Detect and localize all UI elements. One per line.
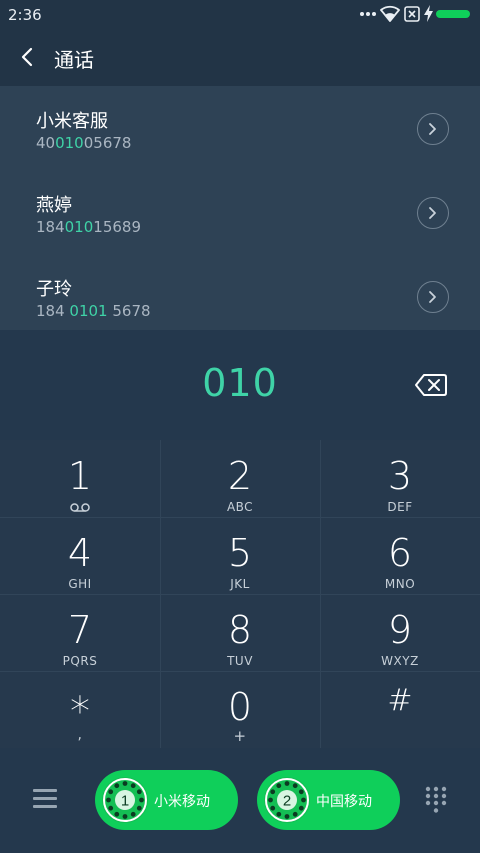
key-digit: 4: [67, 531, 93, 575]
keypad-toggle-button[interactable]: [425, 786, 447, 814]
contact-name: 燕婷: [36, 195, 72, 216]
status-time: 2:36: [8, 6, 42, 24]
number-match-highlight: 010: [64, 218, 94, 236]
chevron-right-icon: [429, 291, 436, 303]
key-digit: 8: [227, 608, 253, 652]
sim-carrier-label: 中国移动: [316, 794, 372, 810]
key-digit: 9: [387, 608, 413, 652]
number-prefix: 40: [36, 134, 56, 152]
back-arrow-icon: [21, 47, 33, 67]
status-icons: [360, 5, 472, 23]
dialed-number: 010: [202, 361, 278, 405]
rotary-dial-icon: 2: [264, 777, 310, 823]
charging-bolt-icon: [424, 5, 433, 22]
call-sim2-button[interactable]: 2 中国移动: [257, 770, 400, 830]
key-4[interactable]: 4 GHI: [0, 517, 160, 594]
key-7[interactable]: 7 PQRS: [0, 594, 160, 671]
key-digit: 2: [227, 454, 253, 498]
contact-number: 184 0101 5678: [36, 302, 151, 320]
number-match-highlight: 0101: [69, 302, 108, 320]
contact-detail-button[interactable]: [417, 197, 449, 229]
number-prefix: 184: [36, 218, 65, 236]
key-digit: 7: [67, 608, 93, 652]
chevron-right-icon: [429, 123, 436, 135]
voicemail-icon: [70, 503, 90, 512]
key-star[interactable]: * ,: [0, 671, 160, 748]
status-bar: 2:36: [0, 0, 480, 28]
contact-match-list: 小米客服 4001005678 燕婷 18401015689 子玲 184 01…: [0, 86, 480, 330]
contact-row[interactable]: 小米客服 4001005678: [0, 86, 480, 170]
keypad: 1 2 ABC 3 DEF 4 GHI 5 JKL 6 MNO 7 PQRS 8…: [0, 440, 480, 748]
key-digit: 0: [227, 685, 253, 729]
contact-name: 小米客服: [36, 111, 108, 132]
key-letters: ABC: [226, 500, 254, 514]
menu-button[interactable]: [33, 789, 57, 809]
key-letters: +: [233, 727, 247, 745]
key-2[interactable]: 2 ABC: [160, 440, 320, 517]
wifi-icon: [380, 5, 400, 22]
key-digit: 6: [387, 531, 413, 575]
key-5[interactable]: 5 JKL: [160, 517, 320, 594]
number-suffix: 15689: [93, 218, 141, 236]
backspace-icon: [415, 374, 447, 396]
key-letters: JKL: [230, 577, 250, 591]
key-0[interactable]: 0 +: [160, 671, 320, 748]
key-letters: ,: [77, 727, 83, 743]
more-dots-icon: [360, 12, 376, 16]
contact-detail-button[interactable]: [417, 113, 449, 145]
contact-row[interactable]: 子玲 184 0101 5678: [0, 254, 480, 338]
page-title: 通话: [54, 48, 94, 72]
dialpad-icon: [425, 786, 447, 813]
key-letters: PQRS: [62, 654, 98, 668]
back-button[interactable]: [14, 43, 42, 71]
key-1[interactable]: 1: [0, 440, 160, 517]
rotary-dial-icon: 1: [102, 777, 148, 823]
number-suffix: 05678: [83, 134, 132, 152]
contact-number: 18401015689: [36, 218, 141, 236]
contact-name: 子玲: [36, 279, 72, 300]
contact-number: 4001005678: [36, 134, 131, 152]
dialer-screen: 2:36 通话 小米客服 4001005678 燕婷 18401015689 子…: [0, 0, 480, 853]
key-letters: WXYZ: [381, 654, 419, 668]
key-6[interactable]: 6 MNO: [320, 517, 480, 594]
chevron-right-icon: [429, 207, 436, 219]
key-letters: TUV: [227, 654, 253, 668]
sim-slot-number: 2: [283, 793, 291, 810]
number-suffix: 5678: [107, 302, 151, 320]
key-8[interactable]: 8 TUV: [160, 594, 320, 671]
contact-detail-button[interactable]: [417, 281, 449, 313]
menu-icon-line: [33, 797, 57, 800]
key-letters: MNO: [384, 577, 416, 591]
key-digit: #: [387, 683, 413, 718]
bottom-bar: 1 小米移动 2 中国移动: [0, 748, 480, 853]
sim-slot-number: 1: [121, 793, 129, 810]
contact-row[interactable]: 燕婷 18401015689: [0, 170, 480, 254]
number-prefix: 184: [36, 302, 70, 320]
menu-icon-line: [33, 805, 57, 808]
key-letters: GHI: [68, 577, 92, 591]
sim-carrier-label: 小米移动: [154, 794, 210, 810]
key-9[interactable]: 9 WXYZ: [320, 594, 480, 671]
number-match-highlight: 010: [55, 134, 84, 152]
backspace-button[interactable]: [414, 372, 448, 398]
menu-icon-line: [33, 789, 57, 792]
key-digit: 3: [387, 454, 413, 498]
header: 通话: [0, 28, 480, 86]
key-digit: 5: [227, 531, 253, 575]
key-hash[interactable]: #: [320, 671, 480, 748]
battery-icon: [436, 10, 470, 18]
key-letters: DEF: [387, 500, 413, 514]
dial-display: 010: [0, 330, 480, 440]
no-sim-icon: [404, 6, 420, 22]
key-3[interactable]: 3 DEF: [320, 440, 480, 517]
call-sim1-button[interactable]: 1 小米移动: [95, 770, 238, 830]
key-digit: 1: [67, 454, 93, 498]
